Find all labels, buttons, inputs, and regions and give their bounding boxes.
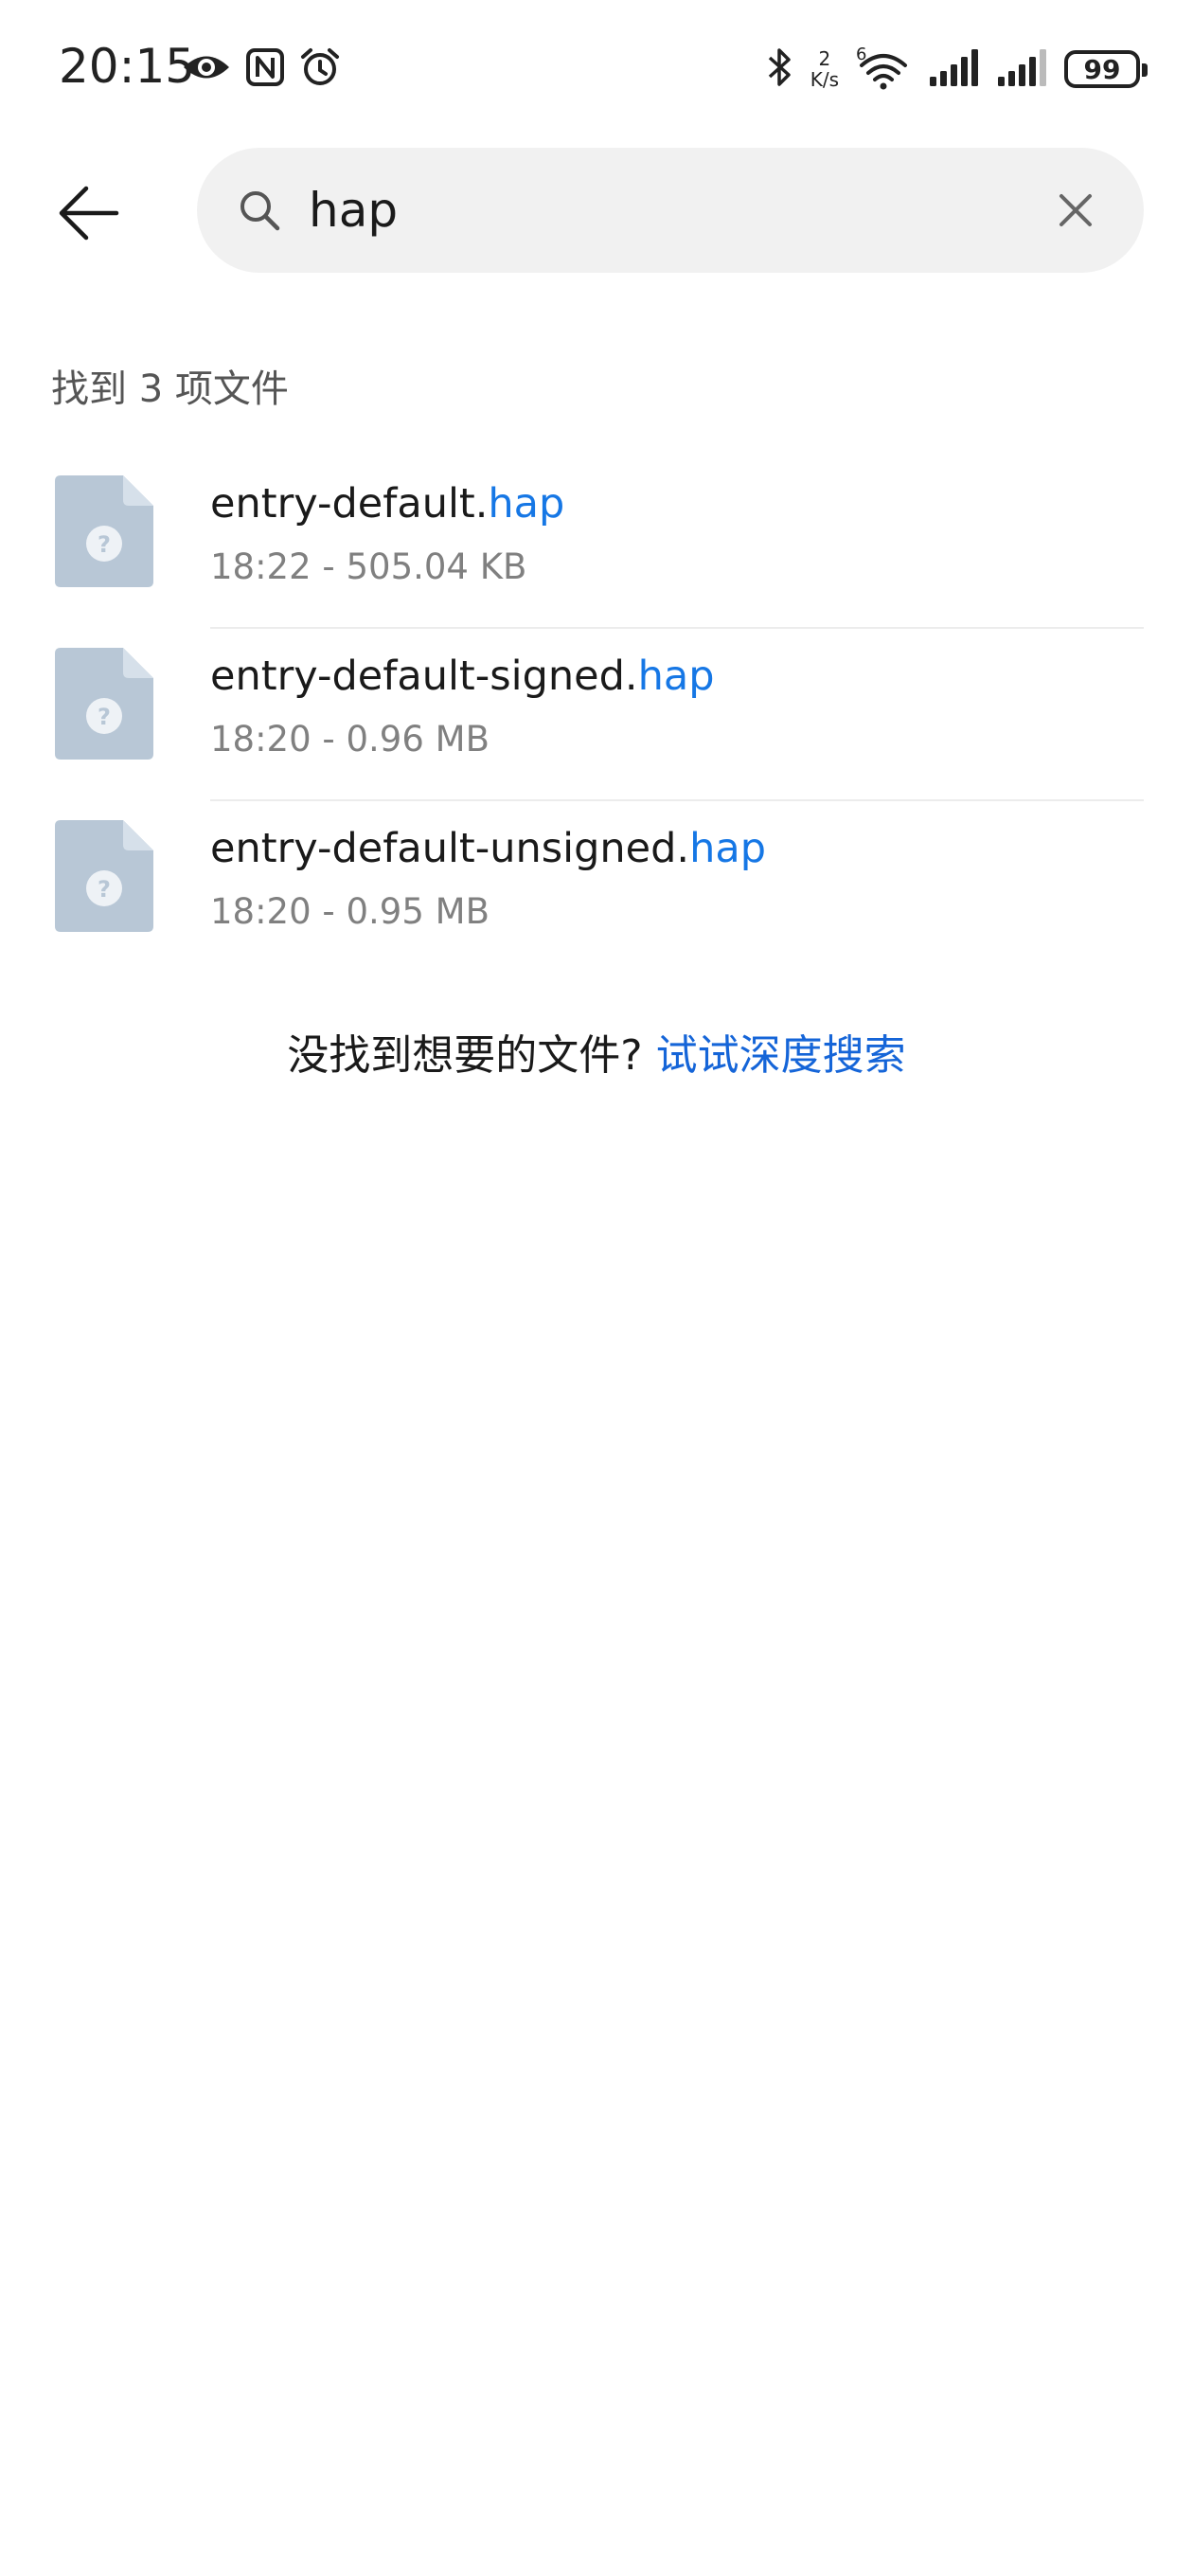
nfc-icon [246, 48, 284, 90]
deep-search-hint: 没找到想要的文件? 试试深度搜索 [0, 1023, 1193, 1089]
list-item[interactable]: ? entry-default.hap 18:22 - 505.04 KB [0, 456, 1193, 629]
match-highlight: hap [637, 653, 715, 700]
search-bar[interactable] [197, 148, 1144, 273]
unknown-file-icon: ? [55, 475, 153, 587]
back-arrow-icon [59, 186, 119, 241]
svg-text:?: ? [98, 876, 111, 903]
wifi-icon: 6 [856, 45, 911, 90]
search-icon [237, 188, 282, 233]
file-meta: 18:20 - 0.95 MB [210, 891, 490, 932]
status-left-icons [182, 45, 341, 93]
net-speed-unit: K/s [810, 68, 839, 91]
close-icon [1059, 194, 1092, 226]
list-item[interactable]: ? entry-default-unsigned.hap 18:20 - 0.9… [0, 801, 1193, 974]
file-list: ? entry-default.hap 18:22 - 505.04 KB ? … [0, 456, 1193, 974]
list-item[interactable]: ? entry-default-signed.hap 18:20 - 0.96 … [0, 629, 1193, 801]
file-name: entry-default-signed.hap [210, 653, 715, 700]
status-time: 20:15 [59, 39, 196, 94]
battery-level: 99 [1083, 53, 1121, 85]
unknown-file-icon: ? [55, 820, 153, 932]
alarm-icon [299, 46, 341, 92]
file-meta: 18:22 - 505.04 KB [210, 546, 527, 587]
file-name: entry-default.hap [210, 480, 565, 528]
unknown-file-icon: ? [55, 648, 153, 760]
eye-icon [182, 51, 231, 87]
net-speed: 2 K/s [810, 48, 839, 90]
deep-search-prompt: 没找到想要的文件? [287, 1031, 643, 1080]
status-right-icons: 2 K/s 6 99 [765, 42, 1148, 97]
bluetooth-icon [765, 46, 793, 92]
clear-search-button[interactable] [1042, 176, 1110, 244]
status-bar: 20:15 2 K/s 6 99 [0, 0, 1193, 133]
file-meta: 18:20 - 0.96 MB [210, 719, 490, 760]
back-button[interactable] [45, 170, 131, 256]
svg-text:?: ? [98, 531, 111, 558]
net-speed-value: 2 [818, 47, 831, 70]
match-highlight: hap [488, 480, 565, 528]
battery-icon: 99 [1064, 50, 1148, 88]
result-count-label: 找到 3 项文件 [51, 367, 289, 411]
svg-text:?: ? [98, 704, 111, 730]
signal-icon-2 [996, 48, 1047, 90]
signal-icon [928, 48, 979, 90]
file-name: entry-default-unsigned.hap [210, 825, 766, 872]
deep-search-link[interactable]: 试试深度搜索 [656, 1031, 906, 1080]
file-search-screen: 20:15 2 K/s 6 99 hap 找到 3 项文件 ? entry-de… [0, 0, 1193, 2576]
search-input[interactable] [309, 172, 1009, 248]
match-highlight: hap [689, 825, 766, 872]
